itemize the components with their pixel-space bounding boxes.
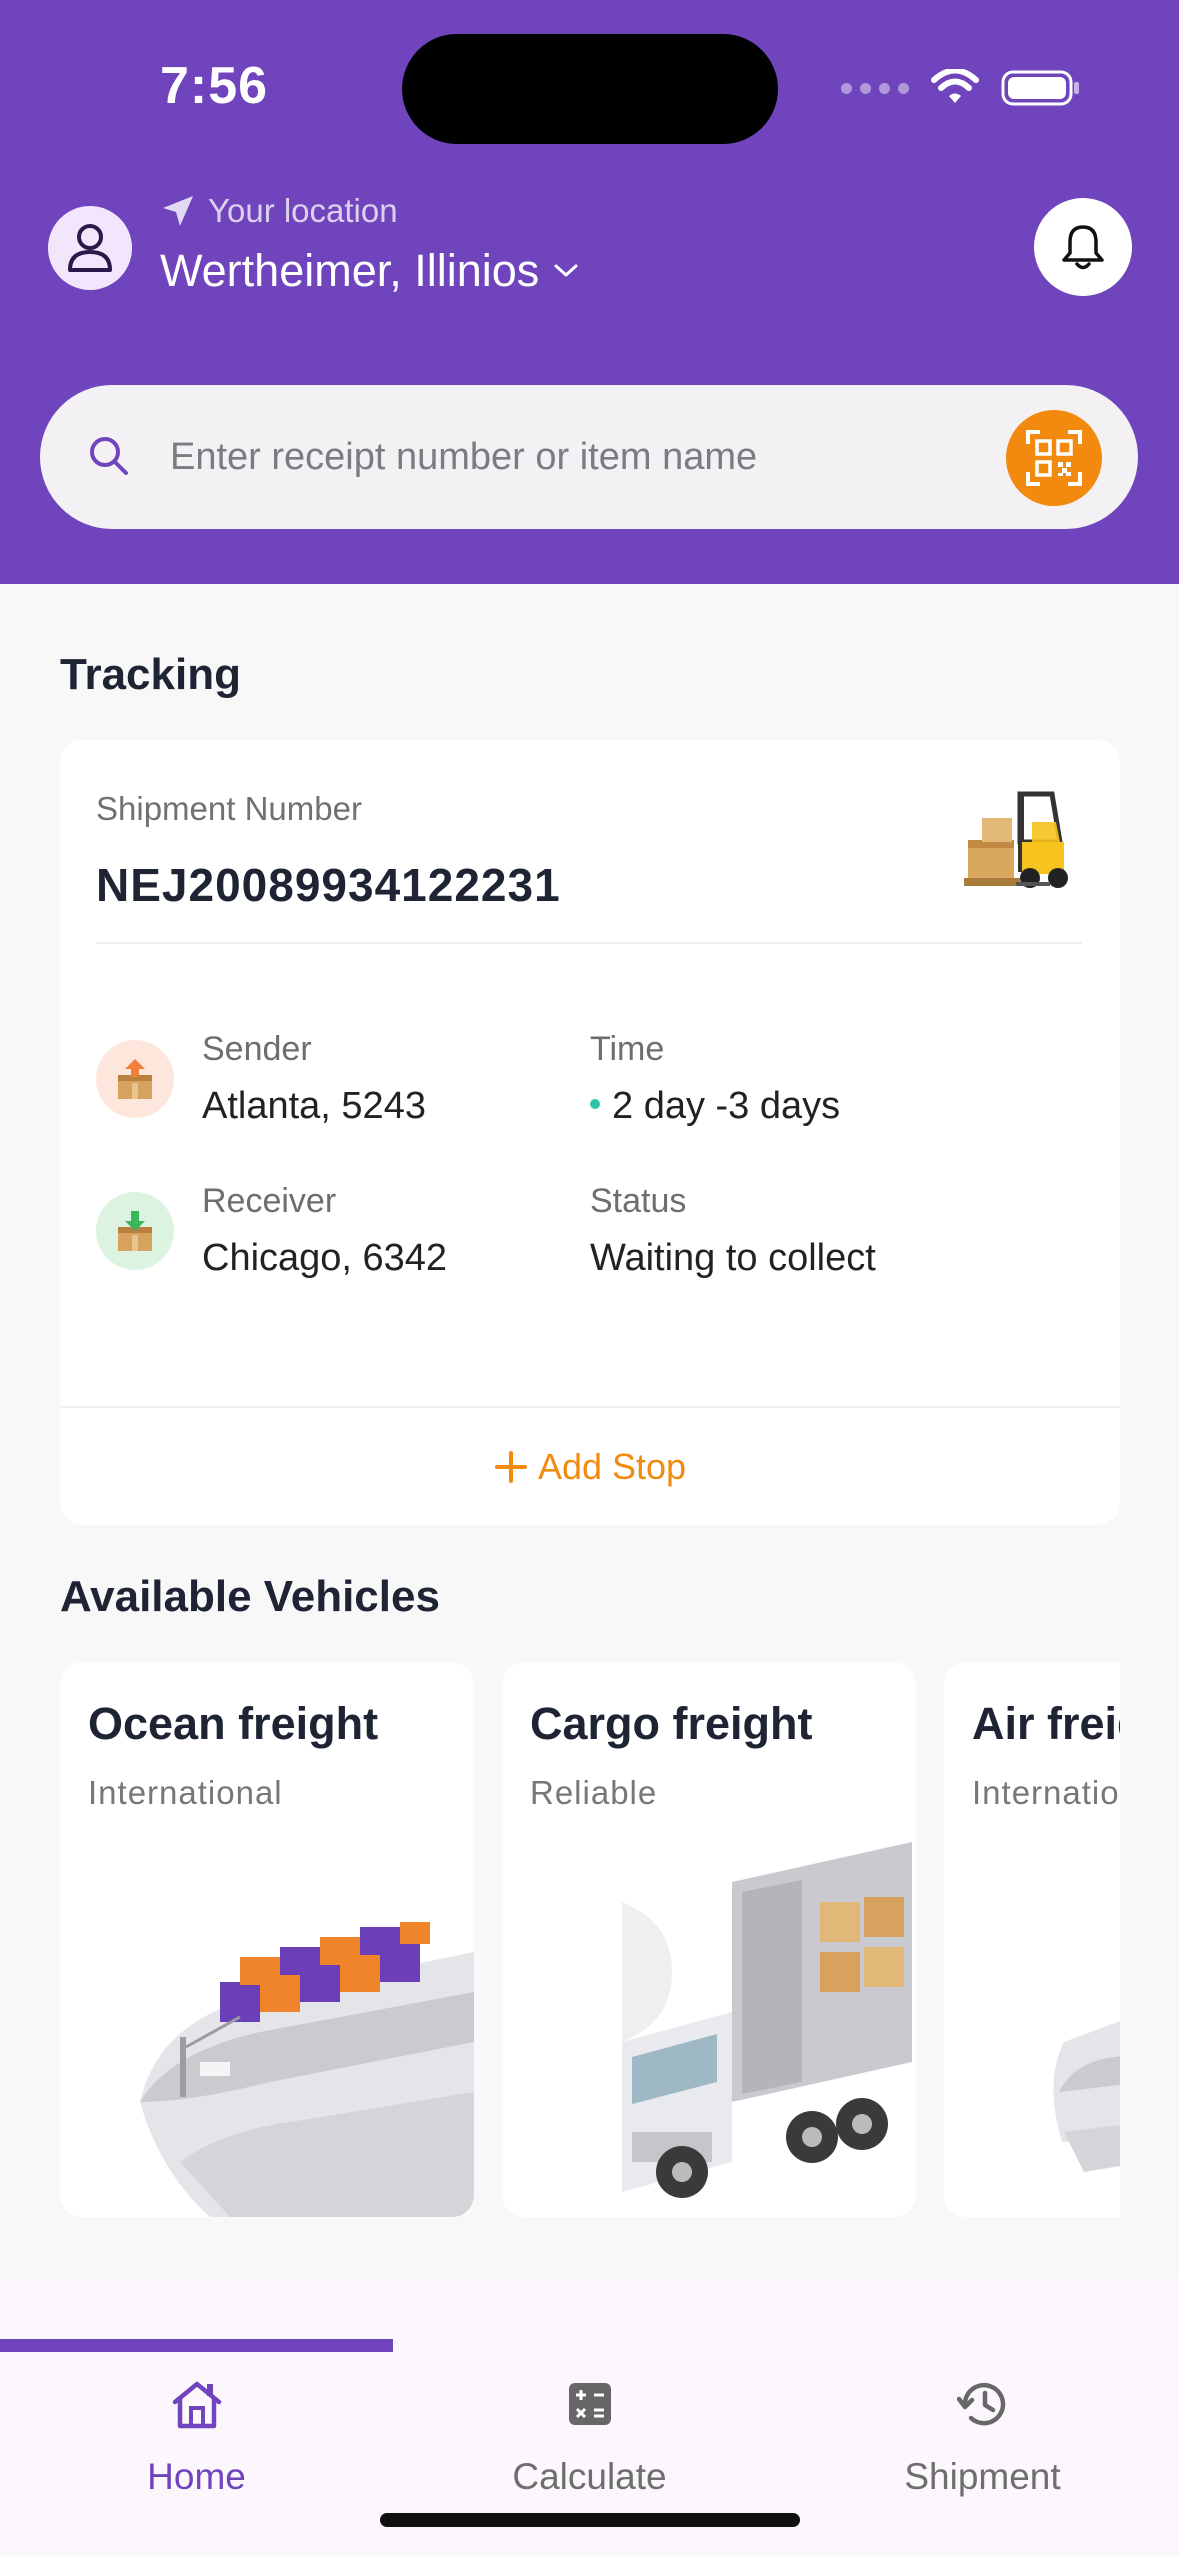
chevron-down-icon	[554, 264, 578, 277]
receiver-value: Chicago, 6342	[202, 1237, 448, 1279]
vehicles-carousel[interactable]: Ocean freight International Cargo freigh…	[60, 1662, 1120, 2217]
status-time: 7:56	[160, 57, 269, 115]
home-icon	[172, 2381, 221, 2429]
vehicle-card-ocean[interactable]: Ocean freight International	[60, 1662, 474, 2217]
vehicle-card-cargo[interactable]: Cargo freight Reliable	[502, 1662, 916, 2217]
truck-illustration	[622, 1842, 912, 2198]
vehicle-title: Air freight	[972, 1698, 1120, 1749]
search-bar	[40, 385, 1138, 529]
vehicle-subtitle: International	[88, 1774, 283, 1811]
vehicle-title: Ocean freight	[88, 1698, 379, 1749]
receiver-icon-wrap	[96, 1192, 174, 1270]
airplane-illustration	[1053, 2021, 1120, 2172]
vehicle-card-air[interactable]: Air freight International	[944, 1662, 1120, 2217]
nav-label-shipment: Shipment	[904, 2456, 1061, 2497]
location-selector[interactable]: Wertheimer, Illinios	[160, 245, 579, 297]
add-stop-button[interactable]: Add Stop	[60, 1408, 1120, 1525]
location-value: Wertheimer, Illinios	[160, 245, 540, 296]
card-divider	[96, 942, 1082, 944]
cellular-signal-icon	[841, 82, 909, 94]
time-row: 2 day -3 days	[590, 1085, 840, 1128]
nav-label-calculate: Calculate	[512, 2456, 667, 2497]
vehicle-subtitle: Reliable	[530, 1774, 658, 1811]
vehicle-subtitle: International	[972, 1774, 1120, 1811]
nav-item-shipment[interactable]: Shipment	[786, 2374, 1179, 2514]
qr-code-icon	[1026, 430, 1082, 486]
wifi-icon	[931, 69, 979, 103]
tracking-title: Tracking	[60, 650, 241, 699]
vehicle-title: Cargo freight	[530, 1698, 813, 1749]
time-label: Time	[590, 1030, 665, 1068]
calculator-icon	[568, 2383, 611, 2425]
dynamic-island	[402, 34, 778, 144]
nav-active-indicator	[0, 2339, 393, 2352]
receiver-label: Receiver	[202, 1182, 337, 1220]
user-icon	[68, 224, 112, 272]
battery-icon	[1001, 70, 1079, 106]
status-value: Waiting to collect	[590, 1237, 876, 1279]
nav-item-home[interactable]: Home	[0, 2374, 393, 2514]
tracking-card[interactable]: Shipment Number NEJ20089934122231 Sender…	[60, 740, 1120, 1525]
sender-label: Sender	[202, 1030, 312, 1068]
search-input[interactable]	[170, 427, 1010, 487]
shipment-number: NEJ20089934122231	[96, 859, 561, 911]
qr-scan-button[interactable]	[1006, 410, 1102, 506]
time-value: 2 day -3 days	[612, 1085, 841, 1127]
profile-avatar[interactable]	[48, 206, 132, 290]
box-download-icon	[118, 1211, 152, 1251]
time-status-dot	[590, 1098, 600, 1109]
history-icon	[956, 2382, 1005, 2426]
status-label: Status	[590, 1182, 687, 1220]
vehicles-title: Available Vehicles	[60, 1572, 440, 1621]
shipment-number-label: Shipment Number	[96, 790, 362, 827]
sender-value: Atlanta, 5243	[202, 1085, 426, 1127]
forklift-icon	[964, 791, 1068, 888]
status-icons	[841, 64, 1081, 112]
add-stop-label: Add Stop	[537, 1445, 687, 1487]
nav-item-calculate[interactable]: Calculate	[393, 2374, 786, 2514]
bell-icon	[1062, 225, 1104, 270]
app-header: 7:56 Your location Wertheimer, Illinios	[0, 0, 1179, 584]
location-label-text: Your location	[208, 192, 398, 229]
search-icon	[90, 437, 128, 475]
box-upload-icon	[118, 1059, 152, 1099]
cargo-ship-illustration	[140, 1922, 474, 2217]
navigation-arrow-icon	[163, 196, 193, 226]
sender-icon-wrap	[96, 1040, 174, 1118]
nav-label-home: Home	[147, 2456, 246, 2497]
notifications-button[interactable]	[1034, 198, 1132, 296]
location-label: Your location	[160, 192, 398, 230]
plus-icon	[494, 1450, 527, 1483]
home-indicator	[380, 2513, 800, 2527]
